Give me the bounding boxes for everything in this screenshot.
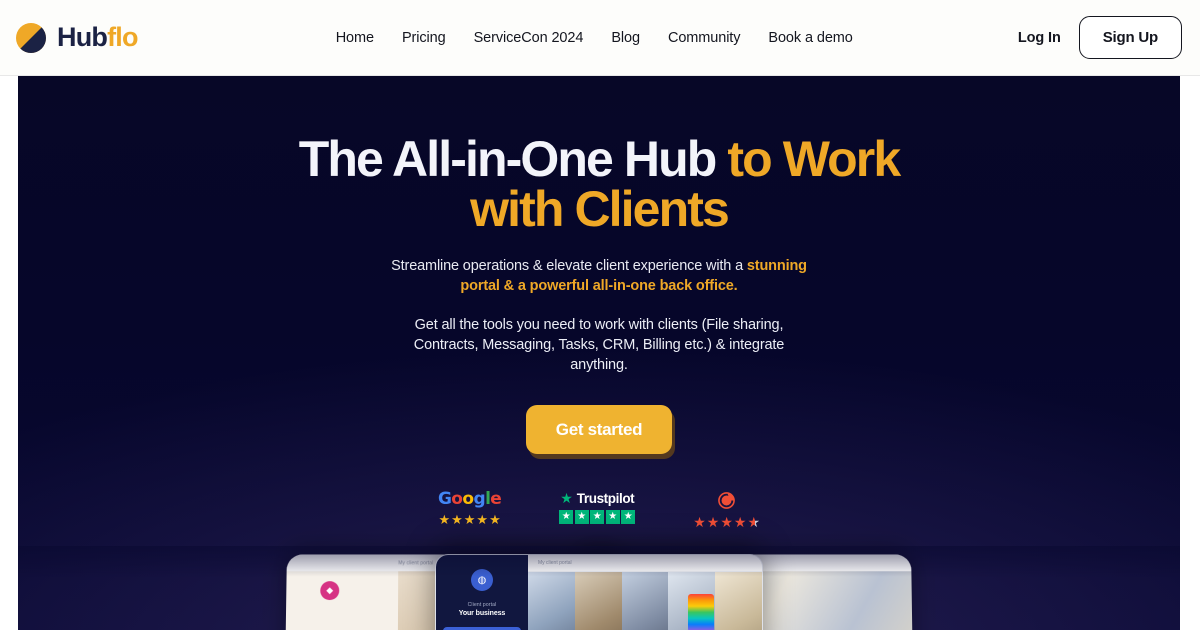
star-icon: ★ — [463, 512, 476, 528]
star-icon-partial: ★ — [747, 514, 761, 531]
mockup-right-topbar: My client portal — [574, 554, 912, 572]
g2-star-rating: ★ ★ ★ ★ ★ — [693, 515, 760, 529]
headline-primary: The All-in-One Hub — [298, 131, 728, 187]
star-icon: ★ — [733, 514, 747, 531]
nav-link-blog[interactable]: Blog — [597, 24, 654, 52]
mockup-business-name: Your business — [458, 610, 506, 617]
page-title: The All-in-One Hub to Work with Clients — [289, 134, 909, 234]
mockup-photo-collage — [528, 572, 762, 630]
mockup-right-label: My client portal — [686, 559, 722, 566]
subheadline-text: Streamline operations & elevate client e… — [391, 258, 747, 274]
star-icon: ★ — [590, 510, 605, 525]
trustpilot-logo: ★ Trustpilot — [560, 491, 634, 505]
nav-link-community[interactable]: Community — [654, 24, 754, 52]
mockup-main-topbar: My client portal — [528, 555, 762, 572]
nav-links: Home Pricing ServiceCon 2024 Blog Commun… — [322, 24, 867, 52]
brand-name-hub: Hub — [57, 22, 108, 52]
g2-logo — [717, 491, 736, 510]
g2-review-badge[interactable]: ★ ★ ★ ★ ★ — [693, 491, 760, 529]
mockup-card-left: My client portal ◆ — [285, 554, 625, 630]
star-icon: ★ — [706, 514, 720, 531]
star-icon: ★ — [559, 510, 574, 525]
mockup-card-main: ◍ Client portal Your business ⌂ Home ▰ M… — [435, 554, 763, 630]
mockup-left-topbar: My client portal — [286, 554, 624, 572]
brand-name-flo: flo — [107, 22, 138, 52]
hero-subheadline: Streamline operations & elevate client e… — [384, 257, 814, 296]
mockup-left-label: My client portal — [398, 559, 434, 566]
product-screenshot-mockup: My client portal ◆ My client portal ◍ Cl… — [18, 546, 1180, 630]
mockup-overlay-shade — [18, 546, 1180, 630]
star-icon: ★ — [574, 510, 589, 525]
mockup-portal-label: Client portal — [467, 602, 497, 608]
google-star-rating: ★ ★ ★ ★ ★ — [438, 513, 500, 526]
mockup-right-photo — [573, 571, 913, 630]
mockup-color-palette — [688, 594, 714, 630]
mockup-main-topbar-label: My client portal — [538, 560, 572, 566]
hero-content: The All-in-One Hub to Work with Clients … — [18, 76, 1180, 529]
cta-row: Get started — [18, 405, 1180, 455]
review-badges: Google ★ ★ ★ ★ ★ ★ Trustpilot ★ ★ ★ ★ ★ … — [18, 489, 1180, 530]
mockup-photo-tile — [621, 572, 669, 630]
nav-link-book-a-demo[interactable]: Book a demo — [754, 24, 866, 52]
nav-link-servicecon[interactable]: ServiceCon 2024 — [460, 24, 598, 52]
mockup-workspace-avatar-icon: ◍ — [471, 569, 493, 591]
trustpilot-wordmark: Trustpilot — [576, 490, 635, 506]
mockup-left-photo — [397, 571, 625, 630]
hero-section-wrapper: The All-in-One Hub to Work with Clients … — [0, 76, 1200, 630]
sign-up-button[interactable]: Sign Up — [1078, 16, 1182, 59]
trustpilot-review-badge[interactable]: ★ Trustpilot ★ ★ ★ ★ ★ — [559, 491, 636, 525]
top-navigation-bar: Hubflo Home Pricing ServiceCon 2024 Blog… — [0, 0, 1200, 76]
mockup-card-right: My client portal — [573, 554, 913, 630]
nav-link-home[interactable]: Home — [322, 24, 388, 52]
hero-description: Get all the tools you need to work with … — [413, 317, 785, 374]
star-icon: ★ — [489, 512, 501, 528]
get-started-button[interactable]: Get started — [525, 405, 673, 455]
star-icon: ★ — [720, 514, 733, 531]
star-icon: ★ — [476, 512, 489, 528]
star-icon: ★ — [451, 512, 463, 528]
trustpilot-star-icon: ★ — [560, 490, 573, 507]
brand-name: Hubflo — [57, 24, 138, 51]
star-icon: ★ — [438, 512, 451, 528]
brand-logo[interactable]: Hubflo — [14, 21, 138, 55]
mockup-sidebar: ◍ Client portal Your business ⌂ Home ▰ — [436, 555, 528, 630]
star-icon: ★ — [621, 510, 636, 525]
nav-link-pricing[interactable]: Pricing — [388, 24, 460, 52]
mockup-photo-tile — [715, 572, 762, 630]
star-icon: ★ — [605, 510, 620, 525]
hubflo-circle-logo — [14, 21, 48, 55]
mockup-photo-tile — [668, 572, 716, 630]
mockup-photo-tile — [574, 572, 622, 630]
hero-section: The All-in-One Hub to Work with Clients … — [18, 76, 1180, 630]
mockup-left-avatar-icon: ◆ — [320, 581, 340, 601]
nav-actions: Log In Sign Up — [1014, 16, 1182, 59]
star-icon: ★ — [693, 514, 706, 531]
mockup-photo-tile — [528, 572, 575, 630]
trustpilot-star-rating: ★ ★ ★ ★ ★ — [559, 510, 636, 525]
log-in-link[interactable]: Log In — [1014, 24, 1065, 52]
google-logo: Google — [437, 489, 502, 510]
google-review-badge[interactable]: Google ★ ★ ★ ★ ★ — [437, 489, 502, 527]
